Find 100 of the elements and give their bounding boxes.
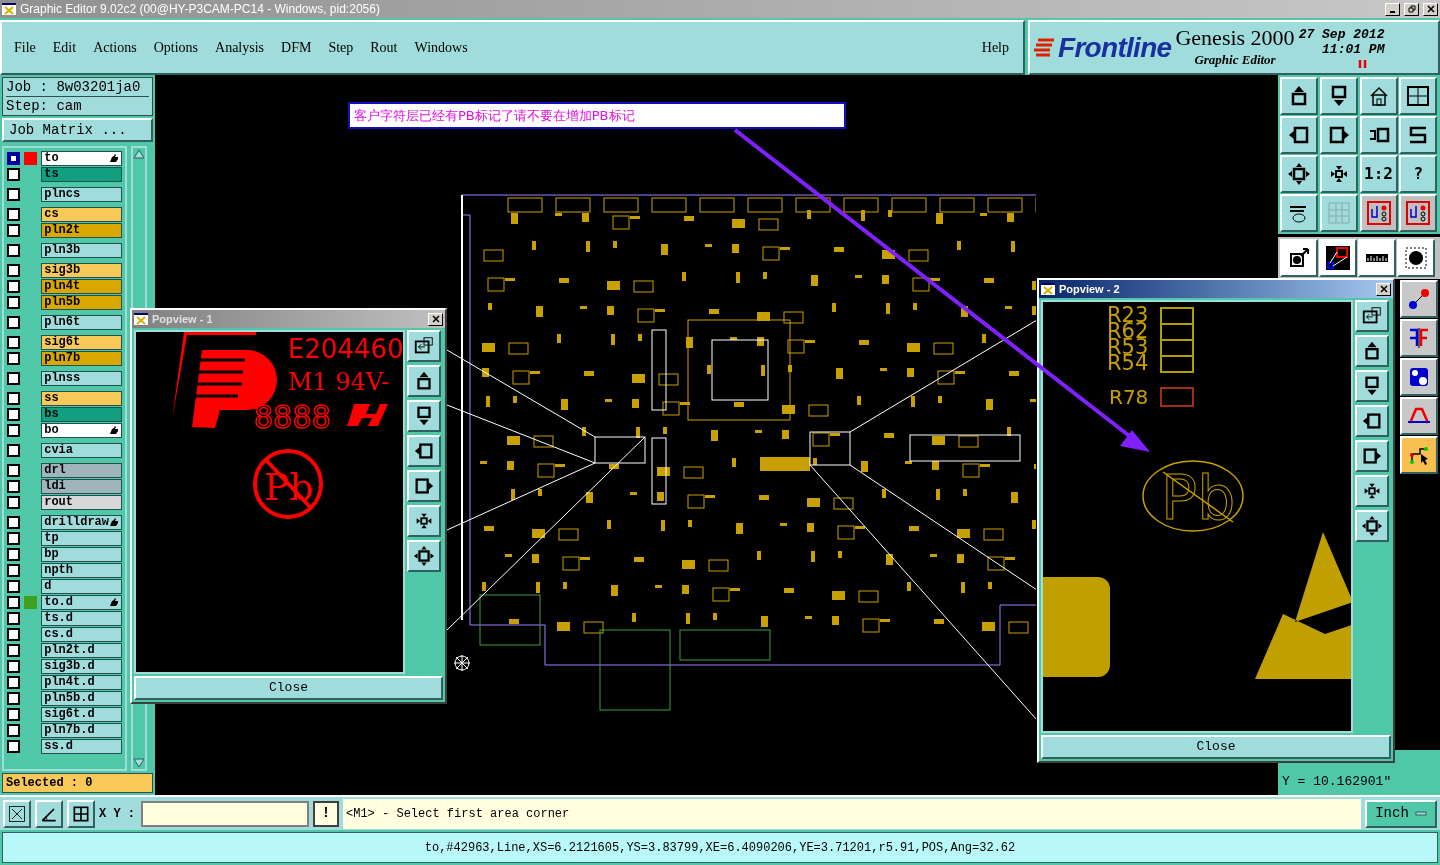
layer-cell[interactable]: pln7b.d: [41, 722, 122, 738]
layer-cell[interactable]: pln6t: [41, 314, 122, 330]
tool-button[interactable]: [1400, 436, 1438, 474]
layer-cell[interactable]: drilldraw: [41, 514, 122, 530]
tool-button[interactable]: [1399, 77, 1438, 115]
layer-checkbox[interactable]: [7, 627, 20, 641]
tool-button[interactable]: ?: [1399, 155, 1438, 193]
layer-checkbox[interactable]: [7, 707, 20, 721]
layer-cell[interactable]: pln4t: [41, 278, 122, 294]
layer-cell[interactable]: ts.d: [41, 610, 122, 626]
layer-checkbox[interactable]: [7, 443, 20, 457]
layer-checkbox[interactable]: [7, 167, 20, 181]
layer-checkbox[interactable]: [7, 515, 20, 529]
snap-button[interactable]: [3, 799, 31, 828]
layer-cell[interactable]: ts: [41, 166, 122, 182]
close-button[interactable]: [428, 312, 443, 326]
view-tool-button[interactable]: [1355, 440, 1389, 472]
layer-cell[interactable]: rout: [41, 494, 122, 510]
job-matrix-button[interactable]: Job Matrix ...: [2, 118, 153, 142]
layer-checkbox[interactable]: [7, 579, 20, 593]
tool-button[interactable]: [1399, 194, 1438, 232]
layer-cell[interactable]: plnss: [41, 370, 122, 386]
tool-button[interactable]: [1280, 239, 1318, 277]
layer-checkbox[interactable]: [7, 463, 20, 477]
tool-button[interactable]: [1359, 194, 1398, 232]
layer-cell[interactable]: bs: [41, 406, 122, 422]
layer-checkbox[interactable]: [7, 423, 20, 437]
close-button[interactable]: [1423, 2, 1438, 16]
layer-cell[interactable]: sig6t: [41, 334, 122, 350]
tool-button[interactable]: [1280, 77, 1318, 115]
tool-button[interactable]: [1319, 77, 1358, 115]
view-tool-button[interactable]: [407, 505, 441, 537]
menu-item[interactable]: Help: [981, 37, 1009, 58]
layer-checkbox[interactable]: [7, 479, 20, 493]
layer-checkbox[interactable]: [7, 295, 20, 309]
menu-item[interactable]: Windows: [414, 37, 468, 58]
layer-checkbox[interactable]: [7, 531, 20, 545]
tool-button[interactable]: [1397, 239, 1435, 277]
layer-checkbox[interactable]: [7, 243, 20, 257]
layer-checkbox[interactable]: [7, 563, 20, 577]
view-tool-button[interactable]: [407, 435, 441, 467]
layer-cell[interactable]: pln2t.d: [41, 642, 122, 658]
layer-checkbox[interactable]: [7, 659, 20, 673]
layer-checkbox[interactable]: [7, 263, 20, 277]
tool-button[interactable]: [1359, 77, 1398, 115]
layer-checkbox[interactable]: [7, 407, 20, 421]
close-button[interactable]: [1376, 282, 1391, 296]
tool-button[interactable]: [1280, 116, 1318, 154]
tool-button[interactable]: 1:2: [1359, 155, 1398, 193]
menu-item[interactable]: DFM: [281, 37, 312, 58]
layer-cell[interactable]: cs: [41, 206, 122, 222]
layer-cell[interactable]: to: [41, 150, 122, 166]
layer-checkbox[interactable]: [7, 739, 20, 753]
layer-cell[interactable]: bo: [41, 422, 122, 438]
layer-checkbox[interactable]: [7, 611, 20, 625]
layer-cell[interactable]: pln4t.d: [41, 674, 122, 690]
tool-button[interactable]: [1399, 116, 1438, 154]
tool-button[interactable]: [1319, 194, 1358, 232]
tool-button[interactable]: [1319, 155, 1358, 193]
layer-cell[interactable]: sig3b: [41, 262, 122, 278]
layer-cell[interactable]: tp: [41, 530, 122, 546]
menu-item[interactable]: Rout: [370, 37, 398, 58]
tool-button[interactable]: [1280, 194, 1318, 232]
layer-cell[interactable]: pln5b: [41, 294, 122, 310]
tool-button[interactable]: [1319, 239, 1357, 277]
layer-cell[interactable]: cvia: [41, 442, 122, 458]
menu-item[interactable]: Options: [153, 37, 199, 58]
layer-cell[interactable]: ldi: [41, 478, 122, 494]
layer-cell[interactable]: sig6t.d: [41, 706, 122, 722]
view-tool-button[interactable]: [1355, 405, 1389, 437]
layer-checkbox[interactable]: [7, 643, 20, 657]
view-tool-button[interactable]: [407, 330, 441, 362]
layer-checkbox[interactable]: [7, 547, 20, 561]
units-dropdown[interactable]: Inch: [1365, 799, 1437, 828]
restore-button[interactable]: [1404, 2, 1419, 16]
close-button[interactable]: Close: [1041, 735, 1391, 759]
layer-checkbox[interactable]: [7, 207, 20, 221]
tool-button[interactable]: [1400, 319, 1438, 357]
layer-cell[interactable]: ss: [41, 390, 122, 406]
view-tool-button[interactable]: [407, 540, 441, 572]
layer-cell[interactable]: d: [41, 578, 122, 594]
xy-input-field[interactable]: [141, 800, 309, 827]
layer-checkbox[interactable]: [7, 391, 20, 405]
tool-button[interactable]: [1400, 358, 1438, 396]
layer-cell[interactable]: npth: [41, 562, 122, 578]
layer-cell[interactable]: to.d: [41, 594, 122, 610]
close-button[interactable]: Close: [134, 676, 443, 700]
view-tool-button[interactable]: [1355, 370, 1389, 402]
view-tool-button[interactable]: [1355, 335, 1389, 367]
layer-checkbox[interactable]: [7, 279, 20, 293]
layer-cell[interactable]: pln3b: [41, 242, 122, 258]
alert-button[interactable]: !: [313, 800, 339, 827]
view-tool-button[interactable]: [1355, 510, 1389, 542]
snap-button[interactable]: [67, 799, 95, 828]
tool-button[interactable]: [1400, 397, 1438, 435]
layer-cell[interactable]: pln5b.d: [41, 690, 122, 706]
menu-item[interactable]: Analysis: [215, 37, 265, 58]
layer-cell[interactable]: sig3b.d: [41, 658, 122, 674]
menu-item[interactable]: Actions: [93, 37, 137, 58]
layer-checkbox[interactable]: [7, 371, 20, 385]
